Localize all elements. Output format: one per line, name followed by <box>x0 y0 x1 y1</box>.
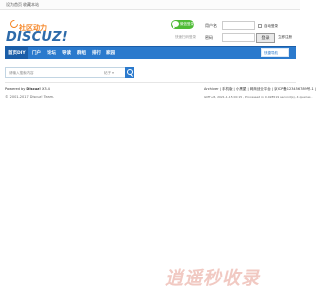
auto-login-label: 自动登录 <box>264 24 278 28</box>
footer-info: GMT+8, 2021-1-15 00:15 , Processed in 0.… <box>204 95 313 99</box>
nav-item-forum[interactable]: 论坛 <box>47 50 56 56</box>
set-homepage-link[interactable]: 设为首页 <box>6 2 22 8</box>
auto-login-checkbox[interactable] <box>258 24 262 28</box>
search-bar: 请输入搜索内容 帖子 ▾ <box>5 67 134 78</box>
nav-item-home-space[interactable]: 家园 <box>106 50 115 56</box>
search-type-select[interactable]: 帖子 ▾ <box>104 71 114 76</box>
footer-powered: Powered by Discuz! X3.4 <box>5 87 50 91</box>
quick-nav-button[interactable]: 快捷导航 <box>261 48 289 57</box>
main-nav: 首页DIY 门户 论坛 导读 群组 排行 家园 <box>5 46 296 59</box>
footer-brand-link[interactable]: Discuz! <box>26 87 40 91</box>
username-label: 用户名 <box>205 23 217 28</box>
bookmark-link[interactable]: 收藏本站 <box>23 2 39 8</box>
nav-item-home[interactable]: 首页DIY <box>8 50 26 56</box>
password-label: 密码 <box>205 35 213 40</box>
search-input[interactable]: 请输入搜索内容 <box>9 71 34 76</box>
qr-login-tip[interactable]: 快速扫码登录 <box>175 35 196 40</box>
login-button[interactable]: 登录 <box>256 33 275 43</box>
nav-item-portal[interactable]: 门户 <box>32 50 41 56</box>
divider <box>5 82 296 83</box>
search-icon[interactable] <box>125 67 134 78</box>
footer-copyright: © 2001-2017 Discuz! Team. <box>5 95 55 99</box>
nav-item-guide[interactable]: 导读 <box>62 50 71 56</box>
top-bar: 设为首页 收藏本站 <box>0 0 300 10</box>
register-link[interactable]: 立即注册 <box>278 35 292 40</box>
footer-links[interactable]: Archiver | 手机版 | 小黑屋 | 网商创业平台 | 京ICP备123… <box>204 87 316 92</box>
username-input[interactable] <box>222 21 255 30</box>
watermark: 逍遥秒收录 <box>165 268 260 289</box>
chat-icon <box>172 21 179 28</box>
logo-en-text: DISCUZ! <box>6 30 68 45</box>
wechat-login-label: 微信登录注册 <box>180 22 201 26</box>
password-input[interactable] <box>222 33 255 42</box>
wechat-login-button[interactable]: 微信登录注册 <box>171 20 201 29</box>
logo-ring-icon <box>8 18 20 30</box>
nav-item-group[interactable]: 群组 <box>77 50 86 56</box>
nav-item-ranking[interactable]: 排行 <box>92 50 101 56</box>
